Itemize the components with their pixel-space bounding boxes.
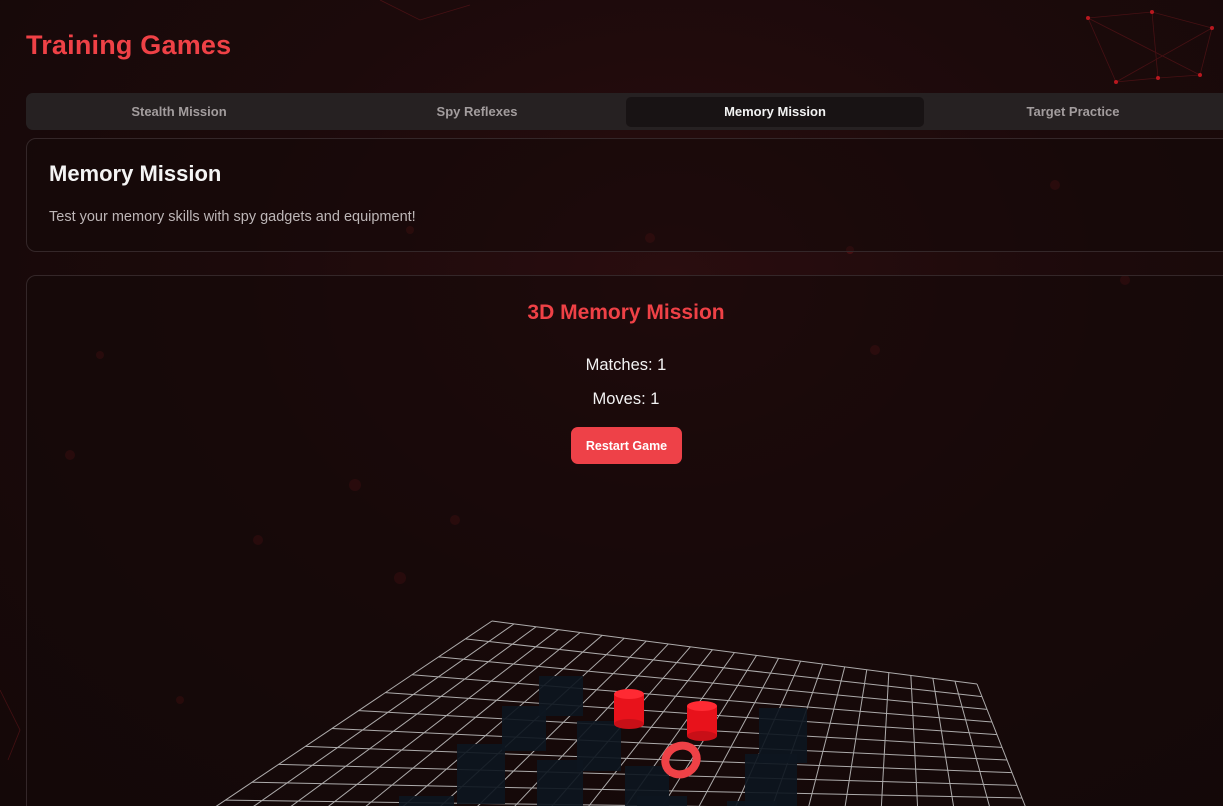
tab-spy-reflexes[interactable]: Spy Reflexes (328, 97, 626, 127)
game-info-description: Test your memory skills with spy gadgets… (49, 209, 416, 225)
memory-card[interactable] (577, 721, 621, 771)
revealed-gadget-cylinder[interactable] (614, 689, 644, 729)
memory-3d-canvas[interactable] (27, 276, 1223, 806)
memory-card[interactable] (502, 706, 546, 751)
revealed-gadget-cylinder[interactable] (687, 701, 717, 741)
memory-card[interactable] (745, 754, 797, 806)
game-info-title: Memory Mission (49, 161, 222, 186)
floor-grid (215, 620, 1026, 806)
memory-card[interactable] (537, 760, 583, 806)
memory-card[interactable] (399, 796, 454, 806)
memory-card[interactable] (727, 801, 777, 806)
tab-stealth-mission[interactable]: Stealth Mission (30, 97, 328, 127)
game-tabs: Stealth Mission Spy Reflexes Memory Miss… (26, 93, 1223, 130)
tab-memory-mission[interactable]: Memory Mission (626, 97, 924, 127)
game-info-card: Memory Mission Test your memory skills w… (26, 138, 1223, 252)
memory-card-group (399, 676, 807, 806)
memory-card[interactable] (457, 744, 505, 804)
tab-target-practice[interactable]: Target Practice (924, 97, 1222, 127)
page-title: Training Games (26, 30, 232, 60)
memory-card[interactable] (637, 796, 687, 806)
game-panel: 3D Memory Mission Matches: 1 Moves: 1 Re… (26, 275, 1223, 806)
